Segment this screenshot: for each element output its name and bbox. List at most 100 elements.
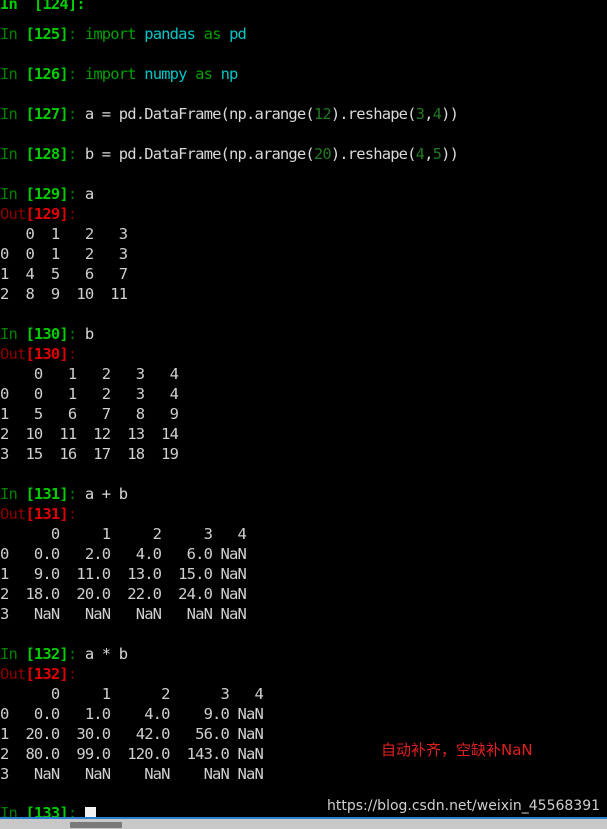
code-expression: b xyxy=(84,325,94,343)
dataframe-sum-row: 3 NaN NaN NaN NaN NaN xyxy=(0,605,247,623)
console-line-in-125: In [125]: import pandas as pd xyxy=(0,24,247,44)
prompt-out-number: [131] xyxy=(25,505,68,523)
prompt-in-colon: : xyxy=(67,145,85,163)
code-alias-pd: pd xyxy=(229,25,247,43)
prompt-in-number: [129] xyxy=(25,185,68,203)
dataframe-mul-row: 2 80.0 99.0 120.0 143.0 NaN xyxy=(0,745,264,763)
csdn-watermark: https://blog.csdn.net/weixin_45568391 xyxy=(327,798,601,814)
prompt-out-label: Out xyxy=(0,345,26,363)
prompt-in-colon: : xyxy=(67,645,85,663)
prompt-out-colon: : xyxy=(67,205,77,223)
console-line-in-129: In [129]: a xyxy=(0,184,94,204)
dataframe-b-row: 3 15 16 17 18 19 xyxy=(0,445,179,463)
prompt-out-number: [132] xyxy=(25,665,68,683)
red-annotation-text: 自动补齐，空缺补NaN xyxy=(381,741,533,759)
code-number-literal: 4 xyxy=(415,145,425,163)
prompt-in-number: [130] xyxy=(25,325,68,343)
prompt-out-number: [130] xyxy=(25,345,68,363)
prompt-out-label: Out xyxy=(0,205,26,223)
dataframe-sum-row: 0 0.0 2.0 4.0 6.0 NaN xyxy=(0,545,247,563)
code-keyword-import: import xyxy=(84,25,145,43)
dataframe-b-row: 1 5 6 7 8 9 xyxy=(0,405,179,423)
prompt-in-colon: : xyxy=(67,185,85,203)
code-number-literal: 4 xyxy=(432,105,442,123)
dataframe-a-row: 0 0 1 2 3 xyxy=(0,245,128,263)
prompt-in-number: [126] xyxy=(25,65,68,83)
code-keyword-as: as xyxy=(186,65,221,83)
code-expression-end: )) xyxy=(441,145,459,163)
code-expression: a = pd.DataFrame(np.arange( xyxy=(84,105,315,123)
prompt-out-label: Out xyxy=(0,665,26,683)
dataframe-a-row: 1 4 5 6 7 xyxy=(0,265,128,283)
prompt-in-label: In xyxy=(0,65,26,83)
prompt-in-number: [131] xyxy=(25,485,68,503)
prompt-out-number: [129] xyxy=(25,205,68,223)
prompt-in-number: [125] xyxy=(25,25,68,43)
code-expression: b = pd.DataFrame(np.arange( xyxy=(84,145,315,163)
prompt-in-label: In xyxy=(0,485,26,503)
code-expression: a * b xyxy=(84,645,128,663)
ipython-console[interactable]: In [124]: In [125]: import pandas as pd … xyxy=(0,0,607,817)
code-expression: ).reshape( xyxy=(330,105,417,123)
code-expression: a + b xyxy=(84,485,128,503)
prompt-in-number: [128] xyxy=(25,145,68,163)
dataframe-mul-row: 3 NaN NaN NaN NaN NaN xyxy=(0,765,264,783)
code-number-literal: 5 xyxy=(432,145,442,163)
prompt-in-colon: : xyxy=(67,485,85,503)
dataframe-sum-row: 2 18.0 20.0 22.0 24.0 NaN xyxy=(0,585,247,603)
dataframe-b-row: 2 10 11 12 13 14 xyxy=(0,425,179,443)
prompt-out-colon: : xyxy=(67,505,77,523)
code-module-pandas: pandas xyxy=(144,25,196,43)
dataframe-sum-row: 1 9.0 11.0 13.0 15.0 NaN xyxy=(0,565,247,583)
code-alias-np: np xyxy=(220,65,239,83)
code-module-numpy: numpy xyxy=(144,65,187,83)
console-line-truncated: In [124]: xyxy=(0,0,86,14)
prompt-in-label: In xyxy=(0,105,26,123)
dataframe-b-header: 0 1 2 3 4 xyxy=(0,365,179,383)
code-number-literal: 3 xyxy=(415,105,425,123)
prompt-in-label: In xyxy=(0,25,26,43)
code-keyword-as: as xyxy=(195,25,230,43)
code-keyword-import: import xyxy=(84,65,145,83)
prompt-in-number: [133] xyxy=(25,804,68,817)
code-expression: a xyxy=(84,185,94,203)
code-comma: , xyxy=(424,105,433,123)
prompt-in-colon: : xyxy=(67,804,85,817)
horizontal-scrollbar[interactable] xyxy=(0,817,607,829)
console-line-in-132: In [132]: a * b xyxy=(0,644,128,664)
console-line-in-133[interactable]: In [133]: xyxy=(0,803,96,817)
console-line-out-129: Out[129]: xyxy=(0,204,77,224)
code-expression-end: )) xyxy=(441,105,459,123)
dataframe-b-row: 0 0 1 2 3 4 xyxy=(0,385,179,403)
prompt-in-number: [132] xyxy=(25,645,68,663)
code-expression: ).reshape( xyxy=(330,145,417,163)
prompt-in-number: In [124]: xyxy=(0,0,86,13)
prompt-out-label: Out xyxy=(0,505,26,523)
scrollbar-thumb[interactable] xyxy=(70,822,122,828)
prompt-in-colon: : xyxy=(67,325,85,343)
dataframe-sum-header: 0 1 2 3 4 xyxy=(0,525,247,543)
console-line-out-131: Out[131]: xyxy=(0,504,77,524)
prompt-in-colon: : xyxy=(67,25,85,43)
text-cursor xyxy=(84,807,96,817)
prompt-out-colon: : xyxy=(67,345,77,363)
code-number-literal: 12 xyxy=(313,105,332,123)
prompt-in-label: In xyxy=(0,645,26,663)
console-line-in-131: In [131]: a + b xyxy=(0,484,128,504)
console-line-in-127: In [127]: a = pd.DataFrame(np.arange(12)… xyxy=(0,104,459,124)
dataframe-mul-row: 0 0.0 1.0 4.0 9.0 NaN xyxy=(0,705,264,723)
dataframe-mul-row: 1 20.0 30.0 42.0 56.0 NaN xyxy=(0,725,264,743)
prompt-in-label: In xyxy=(0,185,26,203)
prompt-in-colon: : xyxy=(67,65,85,83)
code-comma: , xyxy=(424,145,433,163)
prompt-in-label: In xyxy=(0,804,26,817)
console-line-in-130: In [130]: b xyxy=(0,324,94,344)
console-line-in-126: In [126]: import numpy as np xyxy=(0,64,238,84)
dataframe-a-header: 0 1 2 3 xyxy=(0,225,128,243)
dataframe-a-row: 2 8 9 10 11 xyxy=(0,285,128,303)
prompt-in-colon: : xyxy=(67,105,85,123)
prompt-out-colon: : xyxy=(67,665,77,683)
dataframe-mul-header: 0 1 2 3 4 xyxy=(0,685,264,703)
prompt-in-label: In xyxy=(0,145,26,163)
code-number-literal: 20 xyxy=(313,145,332,163)
